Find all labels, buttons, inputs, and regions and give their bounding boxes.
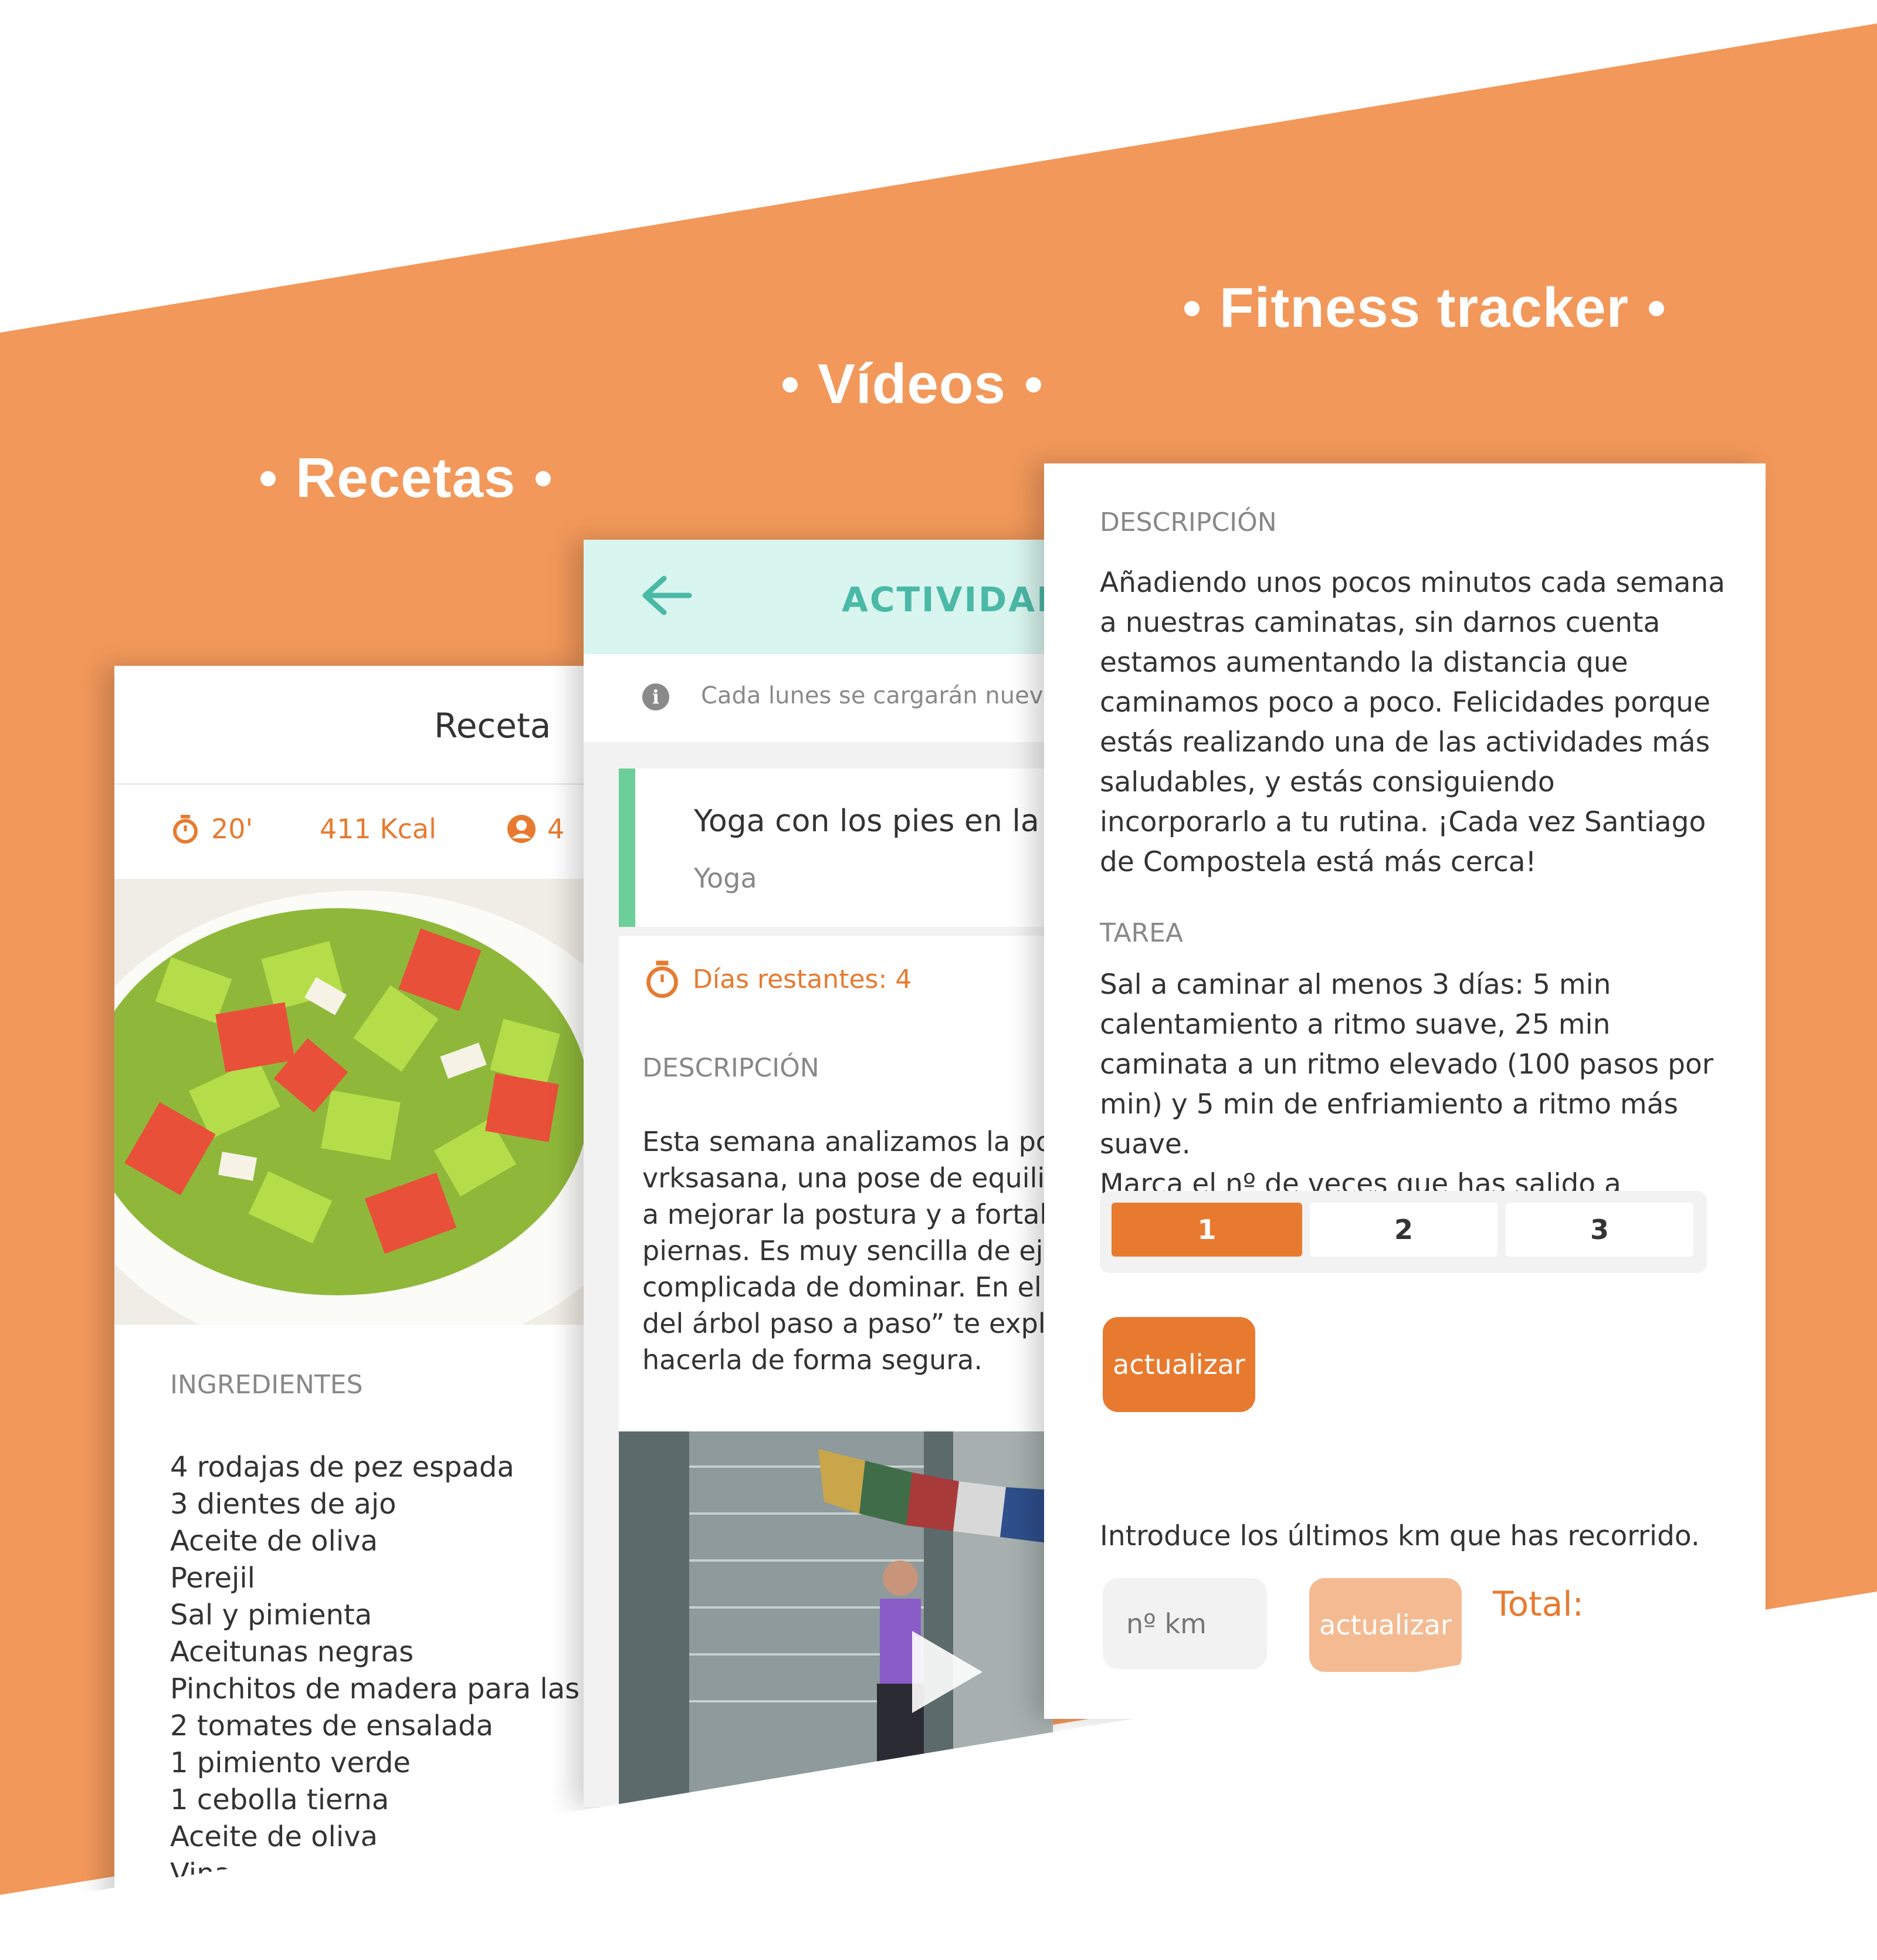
recipe-servings: 4 [506, 813, 564, 845]
activities-title: ACTIVIDADES [842, 580, 1053, 620]
section-title-recetas: Recetas [240, 446, 571, 510]
ingredient-item: Aceite de oliva [170, 1820, 378, 1853]
update-walks-button[interactable]: actualizar [1103, 1317, 1255, 1412]
activity-card[interactable]: Yoga con los pies en la tierra Yoga [619, 769, 1053, 927]
recipe-meta-bar: 20' 411 Kcal 4 [114, 785, 595, 879]
ingredient-item: Perejil [170, 1562, 255, 1595]
fitness-description-label: DESCRIPCIÓN [1100, 507, 1277, 537]
recipe-calories: 411 Kcal [320, 813, 436, 845]
stopwatch-icon [646, 960, 678, 998]
activity-name: Yoga con los pies en la tierra [694, 804, 1053, 839]
description-text: Esta semana analizamos la pose de vrksas… [642, 1126, 1053, 1376]
ingredient-item: Pinchitos de madera para las brochetas [170, 1673, 595, 1705]
ingredient-item: Vinagre [170, 1857, 278, 1890]
salad-image [114, 879, 595, 1325]
ingredient-item: Aceite de oliva [170, 1525, 378, 1558]
recipe-screen: Receta 20' 411 Kcal 4 INGREDIENTES 4 rod… [114, 666, 595, 1915]
video-player[interactable] [619, 1431, 1053, 1807]
days-left: Días restantes: 4 [642, 959, 912, 999]
fitness-description-text: Añadiendo unos pocos minutos cada semana… [1100, 567, 1726, 878]
km-prompt: Introduce los últimos km que has recorri… [1100, 1520, 1700, 1552]
ingredient-item: 2 tomates de ensalada [170, 1710, 494, 1742]
task-label: TAREA [1100, 918, 1184, 948]
recipe-header: Receta [114, 666, 595, 785]
recipe-header-title: Receta [434, 706, 551, 746]
activity-category: Yoga [694, 862, 757, 894]
ingredient-item: Sal y pimienta [170, 1599, 372, 1631]
update-km-button[interactable]: actualizar [1309, 1578, 1462, 1672]
ingredient-item: 1 cebolla tierna [170, 1783, 389, 1816]
back-arrow-icon[interactable] [639, 575, 692, 616]
segment-2[interactable]: 2 [1310, 1203, 1497, 1257]
recipe-photo [114, 879, 595, 1325]
info-banner: i Cada lunes se cargarán nuevas activida… [584, 654, 1053, 742]
ingredient-item: 1 pimiento verde [170, 1746, 411, 1779]
description-label: DESCRIPCIÓN [642, 1053, 819, 1083]
activities-screen: ACTIVIDADES i Cada lunes se cargarán nue… [584, 540, 1053, 1807]
km-input[interactable] [1103, 1578, 1267, 1669]
recipe-time: 20' [170, 813, 253, 845]
ingredients-label: INGREDIENTES [170, 1370, 363, 1400]
ingredient-item: 3 dientes de ajo [170, 1488, 397, 1521]
walk-count-selector: 1 2 3 [1100, 1191, 1707, 1273]
activities-header: ACTIVIDADES [584, 540, 1053, 654]
user-icon [507, 815, 536, 843]
ingredient-item: 4 rodajas de pez espada [170, 1451, 514, 1484]
fitness-tracker-screen: DESCRIPCIÓN Añadiendo unos pocos minutos… [1044, 463, 1766, 1719]
section-title-fitness: Fitness tracker [1164, 276, 1684, 340]
ingredient-item: Aceitunas negras [170, 1636, 414, 1668]
ingredients-list: 4 rodajas de pez espada 3 dientes de ajo… [170, 1449, 595, 1893]
section-title-videos: Vídeos [763, 352, 1061, 417]
video-thumbnail [619, 1431, 1053, 1807]
info-text: Cada lunes se cargarán nuevas actividade… [701, 682, 1053, 709]
segment-3[interactable]: 3 [1506, 1203, 1693, 1257]
activity-detail: Días restantes: 4 DESCRIPCIÓN Esta seman… [619, 936, 1053, 1434]
stopwatch-icon [173, 815, 198, 844]
total-km-label: Total: [1493, 1584, 1584, 1624]
info-icon: i [642, 683, 669, 710]
segment-1[interactable]: 1 [1112, 1203, 1302, 1257]
